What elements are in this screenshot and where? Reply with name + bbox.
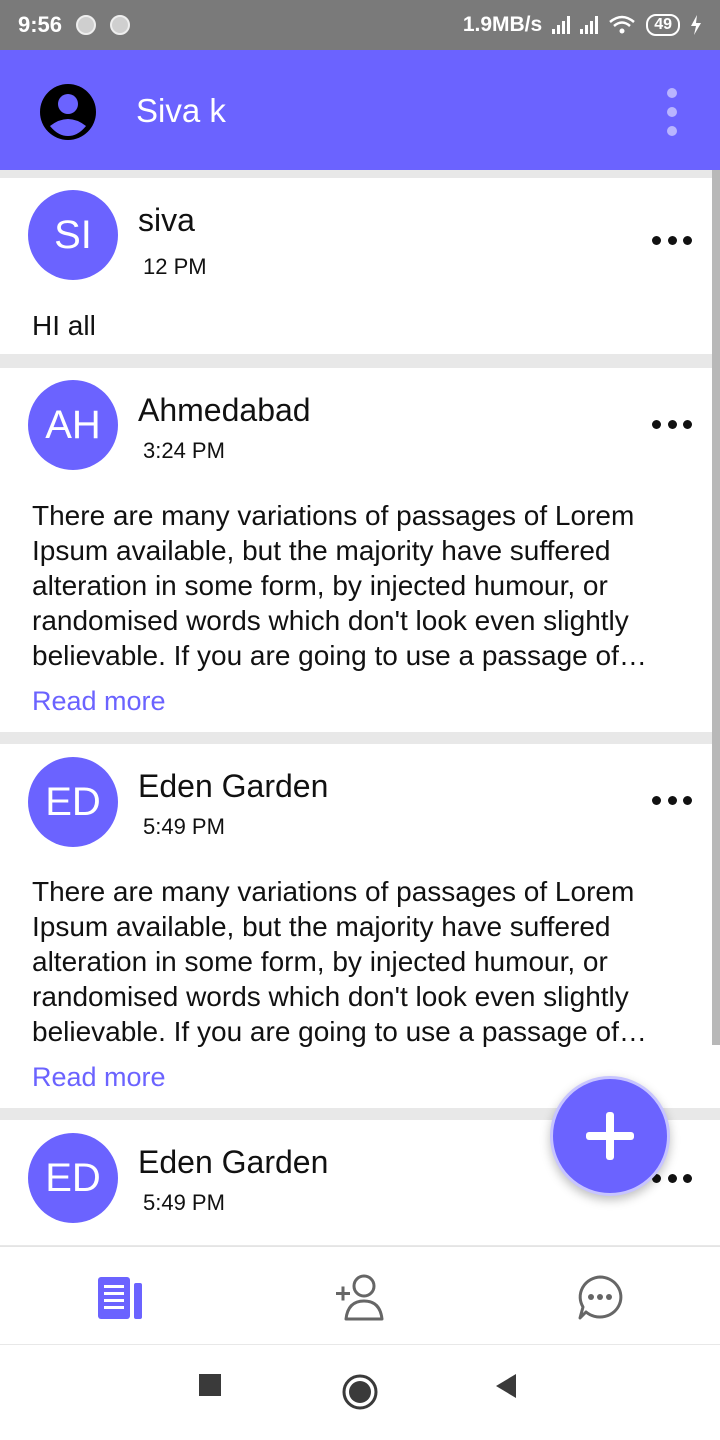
recents-button[interactable] (198, 1373, 222, 1397)
app-title: Siva k (136, 92, 226, 129)
avatar[interactable]: AH (28, 380, 118, 470)
nav-add-friend[interactable] (330, 1271, 390, 1325)
network-speed: 1.9MB/s (462, 13, 543, 36)
circle-icon (342, 1374, 378, 1410)
read-more-link[interactable]: Read more (32, 1062, 166, 1093)
post-author: Eden Garden (138, 1144, 329, 1180)
more-vertical-icon[interactable] (660, 88, 684, 136)
post-time: 5:49 PM (143, 1190, 225, 1215)
more-horizontal-icon[interactable] (652, 234, 692, 246)
more-horizontal-icon[interactable] (652, 418, 692, 430)
battery-icon: 49 (646, 14, 680, 36)
post-time: 5:49 PM (143, 814, 225, 839)
more-horizontal-icon[interactable] (652, 794, 692, 806)
square-icon (199, 1374, 221, 1396)
back-button[interactable] (494, 1373, 518, 1399)
post-card: AH Ahmedabad 3:24 PM There are many vari… (0, 368, 720, 732)
scrollbar[interactable] (712, 170, 720, 1045)
chat-bubble-icon (578, 1275, 623, 1320)
add-icon (586, 1112, 634, 1160)
home-button[interactable] (341, 1373, 379, 1411)
account-circle-icon[interactable] (38, 82, 98, 142)
post-body: There are many variations of passages of… (32, 876, 635, 1047)
nav-feed[interactable] (90, 1271, 150, 1325)
post-card: ED Eden Garden 5:49 PM There are many va… (0, 744, 720, 1108)
add-person-icon (336, 1274, 384, 1321)
avatar[interactable]: SI (28, 190, 118, 280)
post-author: siva (138, 202, 195, 238)
notification-dot-icon (110, 15, 131, 35)
post-time: 3:24 PM (143, 438, 225, 463)
signal-icon (552, 16, 571, 34)
charging-icon (691, 15, 701, 35)
app-bar: Siva k (0, 50, 720, 170)
status-bar: 9:56 1.9MB/s 49 (0, 0, 720, 50)
signal-icon (580, 16, 599, 34)
post-author: Ahmedabad (138, 392, 311, 428)
avatar[interactable]: ED (28, 757, 118, 847)
post-card: SI siva 12 PM HI all (0, 178, 720, 354)
post-body: There are many variations of passages of… (32, 500, 635, 671)
add-post-button[interactable] (550, 1076, 670, 1196)
avatar[interactable]: ED (28, 1133, 118, 1223)
wifi-icon (609, 15, 636, 34)
triangle-back-icon (496, 1374, 516, 1398)
bottom-navigation (0, 1246, 720, 1344)
nav-chat[interactable] (570, 1271, 630, 1325)
status-right-group: 1.9MB/s 49 (463, 13, 702, 37)
post-body: HI all (32, 310, 96, 341)
system-navigation-bar (0, 1344, 720, 1440)
status-time: 9:56 (18, 12, 63, 37)
read-more-link[interactable]: Read more (32, 686, 166, 717)
app-screen: 9:56 1.9MB/s 49 Siva k SI siva 12 PM HI … (0, 0, 720, 1440)
more-horizontal-icon[interactable] (652, 1172, 692, 1184)
notification-dot-icon (76, 15, 97, 35)
feed-document-icon (98, 1277, 142, 1319)
post-time: 12 PM (143, 254, 207, 279)
post-author: Eden Garden (138, 768, 329, 804)
